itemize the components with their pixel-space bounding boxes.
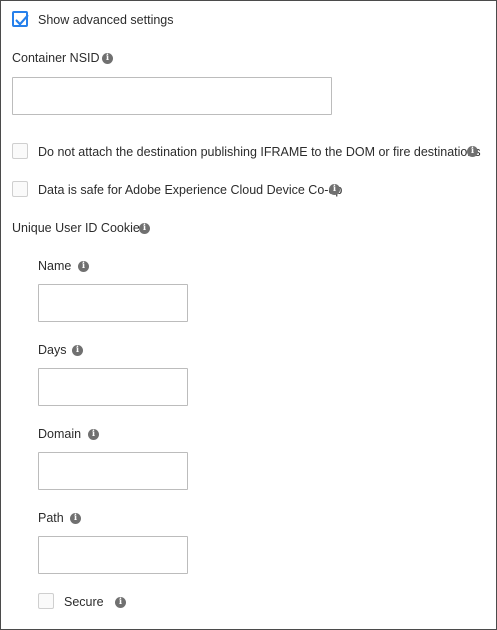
cookie-path-input[interactable]	[38, 536, 188, 574]
cookie-domain-input[interactable]	[38, 452, 188, 490]
secure-label: Secure	[64, 595, 104, 609]
device-coop-checkbox[interactable]	[12, 181, 28, 197]
cookie-days-input[interactable]	[38, 368, 188, 406]
info-icon[interactable]: i	[88, 429, 99, 440]
settings-panel: Show advanced settings Container NSID i …	[0, 0, 497, 630]
checkmark-icon	[15, 14, 29, 26]
device-coop-label: Data is safe for Adobe Experience Cloud …	[38, 183, 343, 197]
info-icon[interactable]: i	[139, 223, 150, 234]
cookie-name-label: Name	[38, 259, 72, 273]
cookie-days-label: Days	[38, 343, 67, 357]
info-icon[interactable]: i	[102, 53, 113, 64]
no-iframe-checkbox[interactable]	[12, 143, 28, 159]
info-icon[interactable]: i	[115, 597, 126, 608]
cookie-section-label: Unique User ID Cookie	[12, 221, 140, 235]
info-icon[interactable]: i	[70, 513, 81, 524]
cookie-domain-label: Domain	[38, 427, 82, 441]
container-nsid-input[interactable]	[12, 77, 332, 115]
cookie-name-input[interactable]	[38, 284, 188, 322]
no-iframe-label: Do not attach the destination publishing…	[38, 145, 481, 159]
show-advanced-label: Show advanced settings	[38, 13, 174, 27]
secure-checkbox[interactable]	[38, 593, 54, 609]
show-advanced-checkbox[interactable]	[12, 11, 29, 27]
info-icon[interactable]: i	[72, 345, 83, 356]
cookie-path-label: Path	[38, 511, 64, 525]
info-icon[interactable]: i	[467, 146, 478, 157]
container-nsid-label: Container NSID	[12, 51, 100, 65]
info-icon[interactable]: i	[78, 261, 89, 272]
info-icon[interactable]: i	[329, 184, 340, 195]
